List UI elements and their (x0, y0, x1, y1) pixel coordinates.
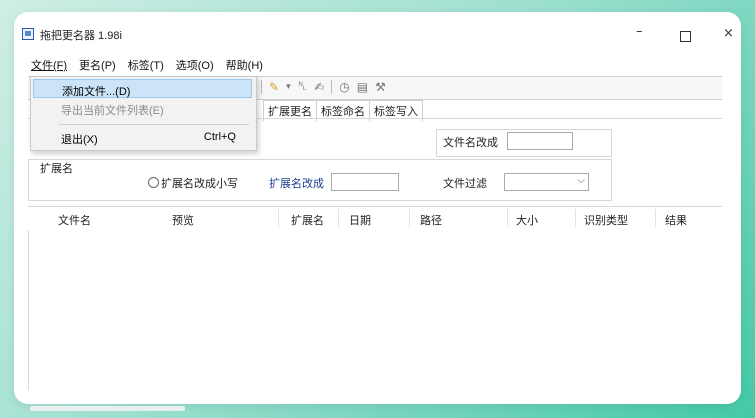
ext-change-label[interactable]: 扩展名改成 (269, 175, 324, 191)
col-extension[interactable]: 扩展名 (291, 212, 324, 228)
column-divider (575, 209, 576, 227)
file-filter-select[interactable]: ⌵ (504, 173, 589, 191)
col-size[interactable]: 大小 (516, 212, 538, 228)
rename-ext-icon[interactable]: ✍ (314, 80, 324, 94)
column-divider (278, 209, 279, 227)
ext-lowercase-label[interactable]: 扩展名改成小写 (161, 175, 238, 191)
bottom-strip (30, 406, 185, 411)
column-divider (655, 209, 656, 227)
menu-item-exit-shortcut: Ctrl+Q (203, 131, 236, 143)
menu-tags[interactable]: 标签(T) (127, 57, 165, 73)
title-bar: 拖把更名器 1.98i – × (22, 24, 734, 46)
menu-item-add-files-label: 添加文件...(D) (62, 86, 131, 98)
col-date[interactable]: 日期 (349, 212, 371, 228)
menu-item-export-list-label: 导出当前文件列表(E) (61, 105, 164, 117)
history-icon[interactable]: ◷ (339, 80, 349, 94)
rename-files-icon[interactable]: ␤ (298, 79, 308, 94)
column-divider (507, 209, 508, 227)
file-table-header: 文件名 预览 扩展名 日期 路径 大小 识别类型 结果 (28, 206, 722, 232)
minimize-button[interactable]: – (636, 24, 643, 39)
menu-item-add-files[interactable]: 添加文件...(D) (33, 79, 252, 98)
preview-icon[interactable]: ▤ (357, 80, 368, 94)
column-divider (409, 209, 410, 227)
menu-bar: 文件(F) 更名(P) 标签(T) 选项(O) 帮助(H) (30, 57, 264, 73)
file-menu-dropdown: 添加文件...(D) 导出当前文件列表(E) 退出(X) Ctrl+Q (30, 76, 257, 151)
col-filename[interactable]: 文件名 (58, 212, 91, 228)
file-filter-label: 文件过滤 (443, 178, 487, 190)
menu-file[interactable]: 文件(F) (30, 57, 68, 73)
menu-help[interactable]: 帮助(H) (225, 57, 264, 73)
col-preview[interactable]: 预览 (172, 212, 194, 228)
menu-separator (59, 124, 249, 125)
ext-change-input[interactable] (331, 173, 399, 191)
chevron-down-icon: ⌵ (577, 175, 585, 186)
menu-options[interactable]: 选项(O) (175, 57, 215, 73)
filename-change-input[interactable] (507, 132, 573, 150)
tools-icon[interactable]: ⚒ (375, 80, 386, 94)
column-divider (338, 209, 339, 227)
window-title: 拖把更名器 1.98i (40, 30, 122, 42)
ext-lowercase-radio[interactable] (148, 177, 159, 188)
col-path[interactable]: 路径 (420, 212, 442, 228)
menu-item-exit-label: 退出(X) (61, 134, 98, 146)
col-result[interactable]: 结果 (665, 212, 687, 228)
filename-change-label: 文件名改成 (443, 137, 498, 149)
toolbar-separator (331, 79, 333, 94)
dropdown-arrow-icon[interactable]: ▾ (286, 82, 291, 92)
menu-item-exit[interactable]: 退出(X) Ctrl+Q (33, 128, 252, 147)
toolbar-separator (261, 79, 262, 94)
ext-group-label: 扩展名 (40, 163, 73, 175)
col-detected-type[interactable]: 识别类型 (584, 212, 628, 228)
menu-rename[interactable]: 更名(P) (78, 57, 117, 73)
app-icon (22, 28, 34, 40)
close-button[interactable]: × (723, 26, 734, 41)
maximize-button[interactable] (680, 31, 691, 42)
brush-icon[interactable]: ✎ (269, 80, 279, 94)
file-list[interactable] (28, 230, 723, 390)
menu-item-export-list: 导出当前文件列表(E) (33, 99, 252, 118)
